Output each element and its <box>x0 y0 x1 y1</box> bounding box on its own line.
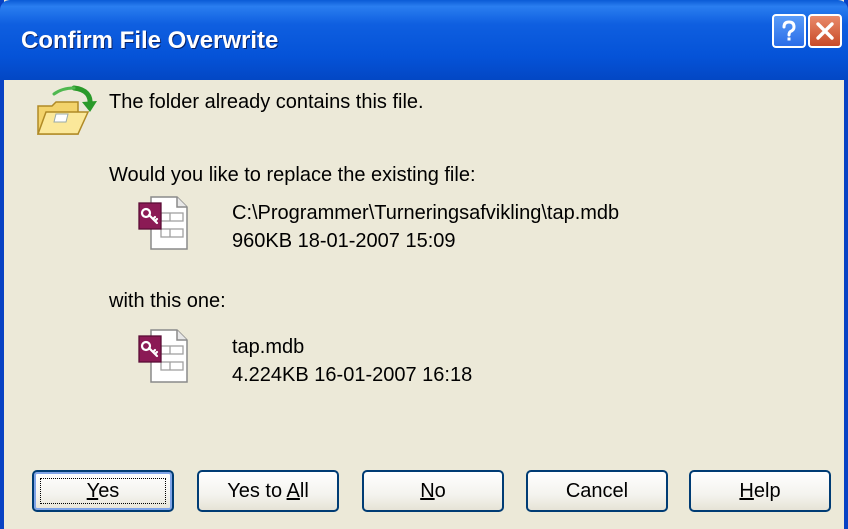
with-this-one-label: with this one: <box>109 290 226 312</box>
folder-replace-icon <box>36 85 97 135</box>
yes-to-all-button[interactable]: Yes to All <box>197 470 339 512</box>
window-title: Confirm File Overwrite <box>21 27 279 54</box>
existing-file-path: C:\Programmer\Turneringsafvikling\tap.md… <box>232 202 620 224</box>
new-file-icon <box>138 329 188 383</box>
message-header: The folder already contains this file. <box>109 91 424 113</box>
existing-file-details: 960KB 18-01-2007 15:09 <box>232 230 456 252</box>
close-button[interactable] <box>808 14 842 48</box>
confirm-overwrite-dialog: Confirm File Overwrite The folder alread… <box>0 0 848 529</box>
title-bar[interactable]: Confirm File Overwrite <box>0 0 848 80</box>
existing-file-icon <box>138 196 188 250</box>
yes-button[interactable]: Yes <box>32 470 174 512</box>
cancel-button[interactable]: Cancel <box>526 470 668 512</box>
new-file-details: 4.224KB 16-01-2007 16:18 <box>232 364 473 386</box>
help-button[interactable]: Help <box>689 470 831 512</box>
no-button[interactable]: No <box>362 470 504 512</box>
close-icon <box>816 22 834 40</box>
new-file-name: tap.mdb <box>232 336 305 358</box>
help-title-button[interactable] <box>772 14 806 48</box>
replace-question: Would you like to replace the existing f… <box>109 164 476 186</box>
question-mark-icon <box>782 20 796 41</box>
